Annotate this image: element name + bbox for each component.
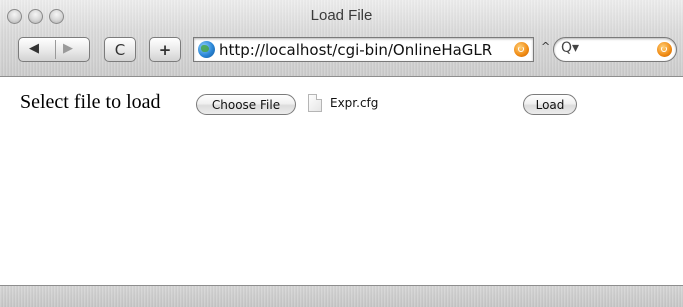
choose-file-button[interactable]: Choose File: [196, 94, 296, 115]
back-arrow-icon[interactable]: ◀: [29, 41, 39, 56]
add-bookmark-button[interactable]: +: [149, 37, 181, 62]
address-bar[interactable]: http://localhost/cgi-bin/OnlineHaGLR: [193, 37, 534, 62]
selected-file-name: Expr.cfg: [330, 96, 379, 110]
load-button[interactable]: Load: [523, 94, 577, 115]
page-content: Select file to load Choose File Expr.cfg…: [0, 77, 683, 285]
search-snapback-icon[interactable]: [657, 42, 672, 57]
search-field[interactable]: Q▾: [553, 37, 677, 62]
status-bar: [0, 285, 683, 307]
snapback-icon[interactable]: [514, 42, 529, 57]
caret-up-icon: ^: [541, 40, 551, 53]
reload-button[interactable]: C: [104, 37, 136, 62]
address-url[interactable]: http://localhost/cgi-bin/OnlineHaGLR: [219, 41, 514, 59]
globe-icon: [198, 41, 215, 58]
forward-arrow-icon[interactable]: ▶: [63, 41, 73, 56]
select-file-label: Select file to load: [20, 91, 161, 113]
back-forward-group: ◀ ▶: [18, 37, 90, 62]
magnifier-icon[interactable]: Q▾: [561, 40, 579, 56]
title-toolbar: Load File ◀ ▶ C + http://localhost/cgi-b…: [0, 0, 683, 77]
window-title: Load File: [310, 7, 373, 24]
divider: [55, 40, 56, 59]
reload-icon: C: [114, 40, 126, 59]
file-document-icon: [308, 94, 322, 112]
browser-window: Load File ◀ ▶ C + http://localhost/cgi-b…: [0, 0, 683, 307]
plus-icon: +: [158, 40, 172, 59]
